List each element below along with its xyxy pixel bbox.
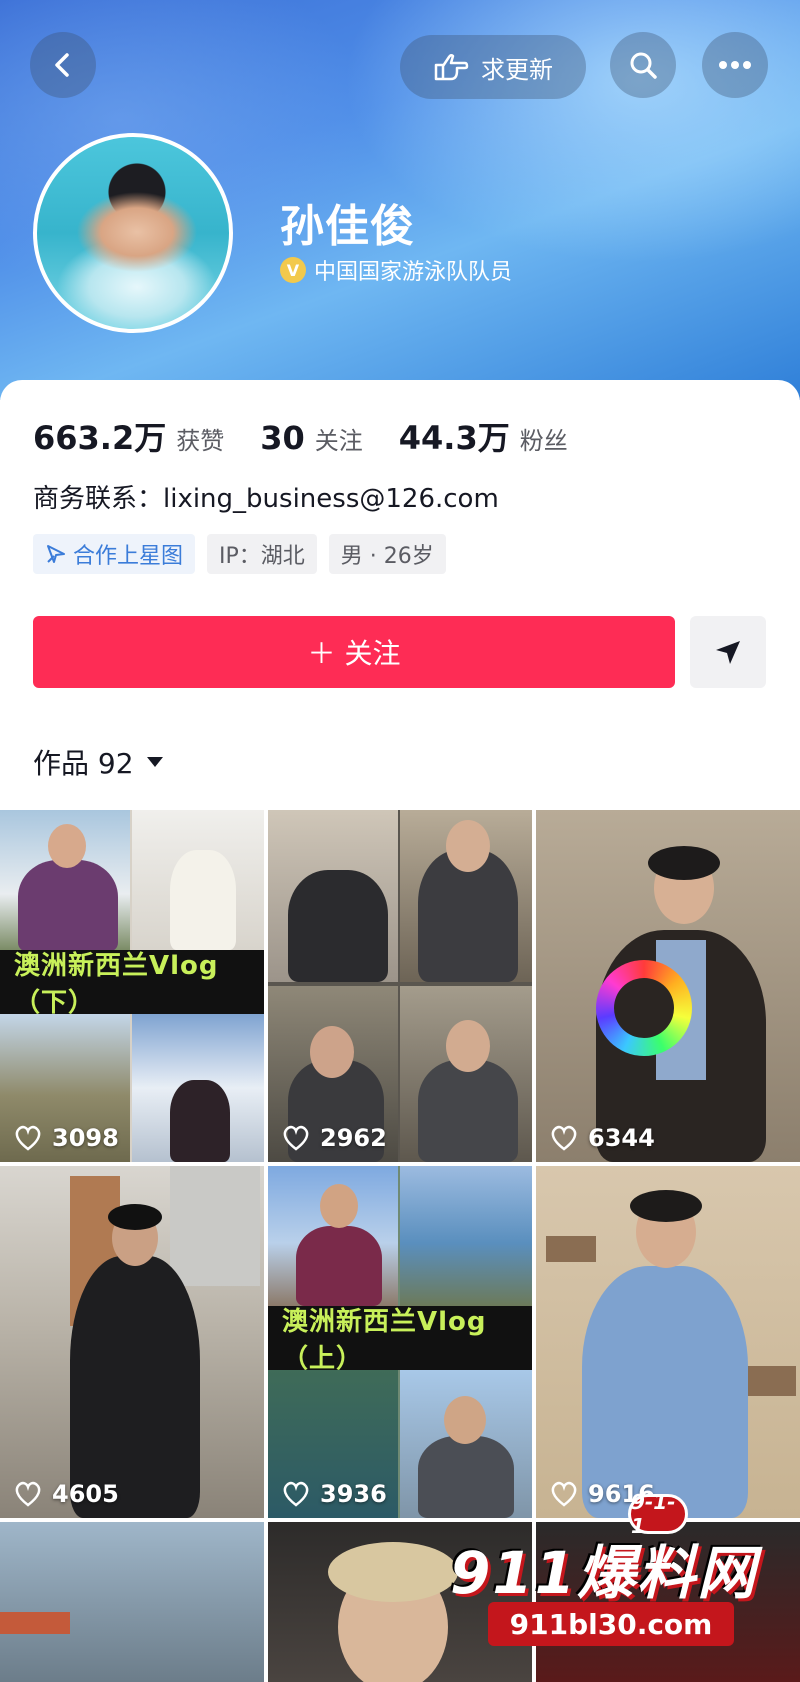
color-wheel-graphic: [596, 960, 692, 1056]
point-hand-icon: [434, 53, 469, 81]
watermark-url: 911bl30.com: [488, 1602, 734, 1646]
video-likes: 3936: [282, 1480, 387, 1508]
likes-count-text: 3098: [52, 1124, 119, 1152]
avatar[interactable]: [33, 133, 233, 333]
follow-button[interactable]: ＋ 关注: [33, 616, 675, 688]
works-label: 作品 92: [33, 747, 134, 780]
video-likes: 6344: [550, 1124, 655, 1152]
heart-icon: [283, 1481, 309, 1507]
video-likes: 2962: [282, 1124, 387, 1152]
likes-count-text: 4605: [52, 1480, 119, 1508]
star-map-icon: [47, 545, 65, 563]
watermark-title: 911爆料网: [450, 1539, 758, 1607]
send-arrow-icon: [716, 641, 740, 664]
video-likes: 4605: [14, 1480, 119, 1508]
video-thumbnail[interactable]: 澳洲新西兰Vlog（下） 3098: [0, 810, 264, 1162]
video-thumbnail[interactable]: 4605: [0, 1166, 264, 1518]
followers-label: 粉丝: [519, 427, 568, 455]
search-icon: [630, 52, 657, 79]
verification-text: 中国国家游泳队队员: [314, 260, 513, 285]
video-thumbnail[interactable]: 6344: [536, 810, 800, 1162]
request-update-button[interactable]: 求更新: [400, 35, 586, 99]
likes-count[interactable]: 663.2万: [33, 413, 166, 459]
search-button[interactable]: [610, 32, 676, 98]
video-likes: 3098: [14, 1124, 119, 1152]
heart-icon: [551, 1125, 577, 1151]
share-button[interactable]: [690, 616, 766, 688]
gender-age-label: 男 · 26岁: [340, 544, 434, 569]
request-update-label: 求更新: [481, 55, 553, 84]
verified-badge-icon: V: [280, 257, 306, 283]
star-map-label: 合作上星图: [73, 544, 184, 569]
tag-row: 合作上星图 IP：湖北 男 · 26岁: [33, 534, 446, 574]
vlog-title-banner: 澳洲新西兰Vlog（上）: [268, 1306, 532, 1374]
vlog-title-text: 澳洲新西兰Vlog（上）: [282, 1307, 487, 1374]
ip-location-tag: IP：湖北: [207, 534, 317, 574]
followers-count[interactable]: 44.3万: [399, 413, 510, 459]
vlog-title-banner: 澳洲新西兰Vlog（下）: [0, 950, 264, 1018]
following-count[interactable]: 30: [260, 419, 305, 457]
video-thumbnail[interactable]: 2962: [268, 810, 532, 1162]
stats-row: 663.2万 获赞 30 关注 44.3万 粉丝: [33, 413, 604, 459]
video-thumbnail[interactable]: [0, 1522, 264, 1682]
following-label: 关注: [314, 427, 363, 455]
likes-count-text: 3936: [320, 1480, 387, 1508]
site-watermark: 9-1-1 911爆料网 911bl30.com: [430, 1490, 800, 1659]
heart-icon: [15, 1481, 41, 1507]
more-button[interactable]: [702, 32, 768, 98]
likes-count-text: 2962: [320, 1124, 387, 1152]
heart-icon: [283, 1125, 309, 1151]
business-contact: 商务联系：lixing_business@126.com: [33, 484, 499, 514]
profile-name: 孙佳俊: [280, 201, 415, 252]
gender-age-tag: 男 · 26岁: [328, 534, 446, 574]
star-map-tag[interactable]: 合作上星图: [33, 534, 196, 574]
likes-count-text: 6344: [588, 1124, 655, 1152]
ip-location-label: IP：湖北: [219, 544, 305, 569]
more-dots-icon: [719, 61, 751, 69]
heart-icon: [15, 1125, 41, 1151]
back-arrow-icon: [55, 53, 69, 77]
likes-label: 获赞: [176, 427, 225, 455]
back-button[interactable]: [30, 32, 96, 98]
works-tab[interactable]: 作品 92: [33, 742, 164, 782]
verification-line: V 中国国家游泳队队员: [280, 254, 512, 286]
profile-info-card: 663.2万 获赞 30 关注 44.3万 粉丝 商务联系：lixing_bus…: [0, 380, 800, 810]
dropdown-triangle-icon: [146, 757, 163, 767]
video-thumbnail[interactable]: 澳洲新西兰Vlog（上） 3936: [268, 1166, 532, 1518]
vlog-title-text: 澳洲新西兰Vlog（下）: [14, 951, 219, 1018]
video-thumbnail[interactable]: 9616: [536, 1166, 800, 1518]
